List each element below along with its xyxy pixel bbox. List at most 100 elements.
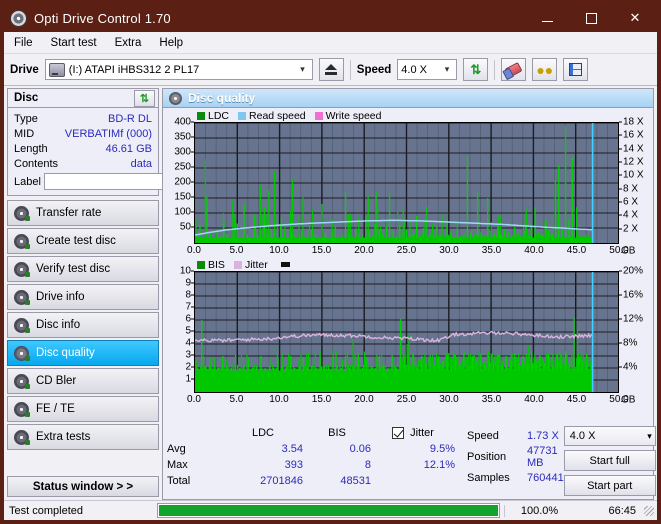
top-chart-legend: LDC Read speed Write speed (163, 109, 653, 122)
y2-tick-mark (619, 366, 622, 368)
sidebar-item-drive-info[interactable]: Drive info (7, 284, 159, 310)
title-bar: Opti Drive Control 1.70 ✕ (4, 4, 657, 32)
test-speed-select[interactable]: 4.0 X ▾ (563, 426, 656, 446)
disc-value-contents: data (130, 157, 152, 170)
x-tick-label: 5.0 (229, 394, 244, 405)
refresh-icon: ⇅ (139, 92, 150, 105)
disc-label-row: Label (14, 173, 243, 190)
disc-row-mid: MID VERBATIMf (000) (14, 126, 152, 141)
toolbar-divider-2 (494, 59, 496, 80)
drive-select-value: (I:) ATAPI iHBS312 2 PL17 (68, 63, 200, 76)
close-button[interactable]: ✕ (613, 4, 657, 32)
legend-label-write-speed: Write speed (325, 109, 382, 122)
chevron-down-icon: ▾ (444, 64, 450, 74)
stats-row-label-avg: Avg (167, 443, 186, 455)
bottom-chart-plot (194, 271, 619, 393)
disc-properties: Type BD-R DL MID VERBATIMf (000) Length … (8, 108, 243, 195)
drive-select[interactable]: (I:) ATAPI iHBS312 2 PL17 ▾ (44, 59, 313, 80)
legend-item-jitter: Jitter (233, 259, 268, 271)
sidebar-item-label: Extra tests (36, 431, 91, 443)
jitter-label: Jitter (410, 427, 434, 439)
sidebar-item-label: Transfer rate (36, 207, 102, 219)
speed-select[interactable]: 4.0 X ▾ (397, 59, 458, 80)
y2-tick-label: 12 X (623, 156, 644, 168)
close-icon: ✕ (629, 10, 641, 25)
start-part-button[interactable]: Start part (563, 475, 656, 496)
stats-total-ldc: 2701846 (260, 475, 303, 487)
disc-value-mid: VERBATIMf (000) (64, 127, 152, 140)
legend-swatch-write-speed (314, 111, 323, 120)
x-tick-label: 10.0 (269, 245, 289, 256)
maximize-button[interactable] (569, 4, 613, 32)
main-panel: Disc quality LDC Read speed Write speed … (162, 88, 656, 500)
page-title: Disc quality (188, 91, 256, 105)
legend-swatch-bis (197, 260, 205, 269)
sidebar-item-disc-quality[interactable]: Disc quality (7, 340, 159, 366)
disc-key-contents: Contents (14, 157, 59, 170)
x-tick-label: 25.0 (396, 394, 417, 405)
drive-label: Drive (10, 63, 39, 76)
legend-label-ldc: LDC (208, 109, 230, 122)
sidebar-item-fe-te[interactable]: FE / TE (7, 396, 159, 422)
refresh-button[interactable]: ⇅ (463, 58, 489, 81)
app-window: Opti Drive Control 1.70 ✕ File Start tes… (0, 0, 661, 524)
y2-tick-label: 10 X (623, 169, 644, 181)
sidebar-item-cd-bler[interactable]: CD Bler (7, 368, 159, 394)
y2-tick-mark (619, 294, 622, 296)
jitter-checkbox[interactable] (392, 427, 405, 439)
minimize-icon (541, 20, 553, 22)
test-speed-value: 1.73 X (527, 429, 559, 442)
bottom-chart-x-axis: 0.0 5.0 10.0 15.0 20.0 25.0 30.0 35.0 40.0 45.0 50… (187, 393, 629, 407)
x-tick-label: 10.0 (269, 394, 289, 405)
y-tick-label: 350 (174, 131, 191, 143)
resize-grip[interactable] (644, 505, 654, 516)
menu-bar: File Start test Extra Help (4, 32, 657, 54)
disc-refresh-button[interactable]: ⇅ (134, 89, 155, 107)
menu-item-extra[interactable]: Extra (115, 37, 142, 49)
test-position-value: 47731 MB (527, 444, 558, 469)
disc-icon (14, 233, 30, 249)
y2-tick-label: 4% (623, 361, 638, 373)
test-row-samples: Samples 760441 (467, 467, 564, 488)
sidebar-item-extra-tests[interactable]: Extra tests (7, 424, 159, 450)
coins-icon: ●● (536, 61, 554, 78)
disc-panel-header: Disc ⇅ (8, 89, 158, 108)
table-row: Max 393 8 12.1% (167, 457, 467, 473)
y-tick-label: 50 (179, 221, 191, 233)
sidebar-item-verify-test-disc[interactable]: Verify test disc (7, 256, 159, 282)
y2-tick-label: 8 X (623, 183, 639, 195)
x-tick-label: 0.0 (187, 394, 201, 405)
progress-bar-fill (159, 505, 498, 516)
elapsed-time: 66:45 (608, 504, 636, 517)
save-button[interactable] (563, 58, 589, 81)
bitsetting-button[interactable]: ●● (532, 58, 558, 81)
y2-tick-mark (619, 318, 622, 320)
legend-label-read-speed: Read speed (249, 109, 306, 122)
legend-swatch-jitter (233, 260, 242, 269)
stats-avg-ldc: 3.54 (281, 443, 303, 455)
status-window-button[interactable]: Status window > > (7, 476, 159, 497)
y-tick-label: 200 (174, 176, 191, 188)
sidebar-item-disc-info[interactable]: Disc info (7, 312, 159, 338)
disc-label-key: Label (14, 175, 41, 188)
menu-item-start-test[interactable]: Start test (51, 37, 97, 49)
body: Disc ⇅ Type BD-R DL MID VERBATIMf (000) … (4, 86, 657, 500)
menu-item-file[interactable]: File (14, 37, 33, 49)
floppy-disk-icon (569, 63, 583, 76)
test-row-position: Position 47731 MB (467, 444, 564, 469)
start-full-button[interactable]: Start full (563, 450, 656, 471)
sidebar-item-create-test-disc[interactable]: Create test disc (7, 228, 159, 254)
x-tick-label: 0.0 (187, 245, 201, 256)
sidebar-item-transfer-rate[interactable]: Transfer rate (7, 200, 159, 226)
bottom-chart-y-axis: 1 2 3 4 5 6 7 8 9 10 (163, 266, 194, 393)
top-chart-right-axis: 2 X 4 X6 X8 X 10 X 12 X 14 X 16 X 18 X (619, 117, 653, 244)
menu-item-help[interactable]: Help (159, 37, 183, 49)
test-readouts: Speed 1.73 X Position 47731 MB Samples 7… (467, 425, 564, 496)
top-chart-canvas (195, 123, 618, 243)
disc-icon (14, 317, 30, 333)
erase-button[interactable] (501, 58, 527, 81)
maximize-icon (585, 12, 597, 24)
y2-tick-mark (619, 270, 622, 272)
eject-button[interactable] (318, 58, 344, 81)
minimize-button[interactable] (525, 4, 569, 32)
